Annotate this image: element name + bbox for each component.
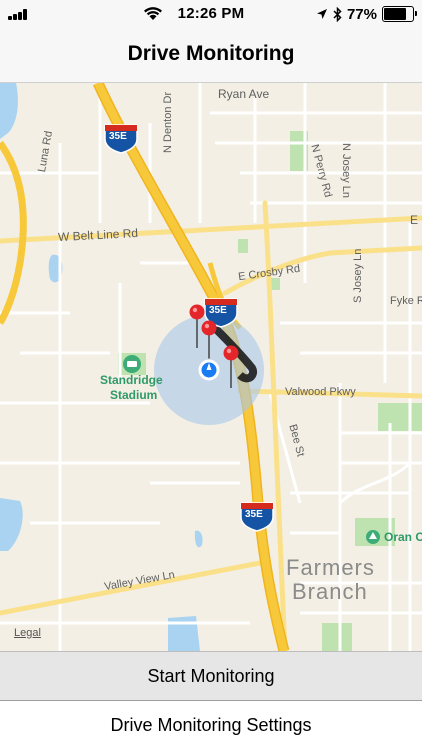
battery-icon xyxy=(382,6,417,22)
pond-south xyxy=(168,616,200,651)
place-label: Standridge xyxy=(100,373,163,387)
city-label: Branch xyxy=(292,579,368,604)
lake-north xyxy=(0,83,18,139)
highway-label: 35E xyxy=(209,305,227,316)
street-label: N Josey Ln xyxy=(340,143,352,199)
highway-label: 35E xyxy=(109,131,127,142)
place-label: Oran C xyxy=(384,530,422,544)
drive-monitoring-settings-button[interactable]: Drive Monitoring Settings xyxy=(0,701,422,750)
user-location-icon[interactable] xyxy=(197,358,221,382)
street-label: N Denton Dr xyxy=(162,91,174,153)
street-label: Ryan Ave xyxy=(218,87,270,101)
park-south xyxy=(322,623,352,651)
status-bar: 12:26 PM 77% xyxy=(0,0,422,28)
park-icon xyxy=(366,530,380,544)
bluetooth-icon xyxy=(333,6,342,22)
place-label: Stadium xyxy=(110,388,158,402)
street-label: S Josey Ln xyxy=(352,248,364,303)
start-monitoring-button[interactable]: Start Monitoring xyxy=(0,651,422,701)
street-label: E xyxy=(410,213,419,227)
page-title: Drive Monitoring xyxy=(127,42,295,65)
battery-percent: 77% xyxy=(346,5,377,23)
freeway-west xyxy=(0,140,27,325)
navigation-bar: Drive Monitoring xyxy=(0,28,422,83)
street-label: Valwood Pkwy xyxy=(285,386,356,398)
park-small-1 xyxy=(238,239,248,253)
city-label: Farmers xyxy=(286,555,375,580)
stadium-icon xyxy=(123,355,141,373)
battery-level-fill xyxy=(384,8,406,20)
lake-southwest xyxy=(0,498,23,551)
map-view[interactable]: Ryan Ave 35E 35E 35E N Denton Dr N Josey… xyxy=(0,83,422,651)
location-arrow-icon xyxy=(316,9,327,19)
pond-small xyxy=(194,530,203,548)
park-east xyxy=(378,403,422,431)
legal-link[interactable]: Legal xyxy=(14,627,41,639)
street-label: Fyke R xyxy=(390,295,422,307)
highway-label: 35E xyxy=(245,509,263,520)
